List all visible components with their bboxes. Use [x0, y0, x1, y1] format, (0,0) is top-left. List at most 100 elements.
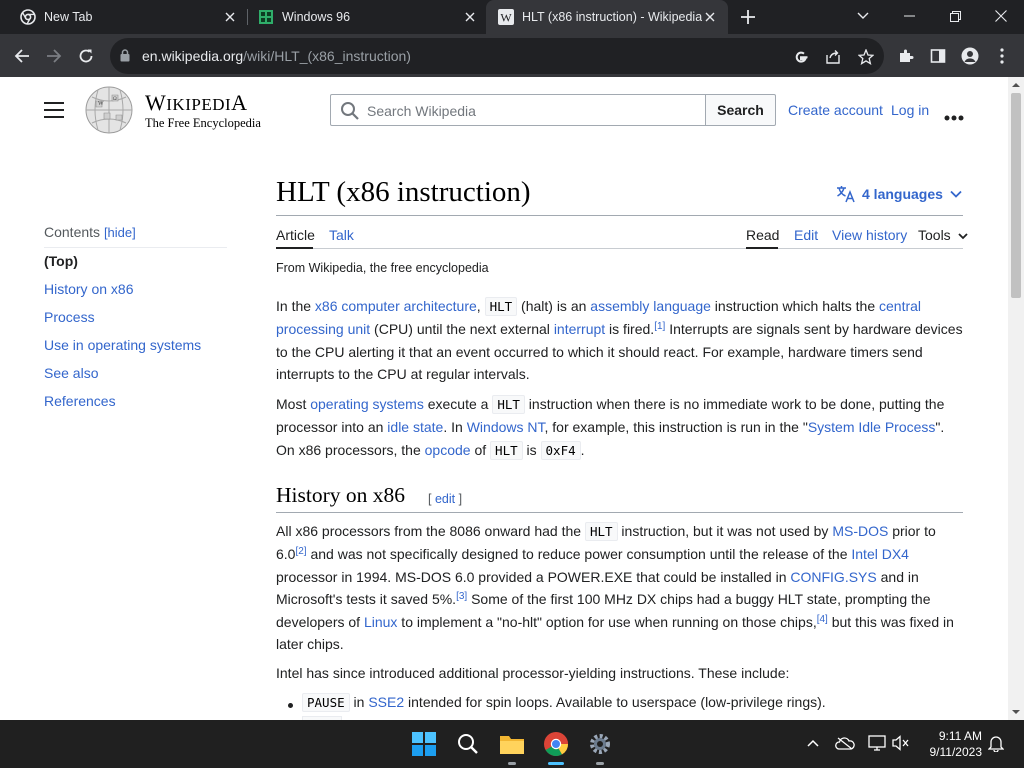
back-icon[interactable]: [8, 42, 36, 70]
tab-view-history[interactable]: View history: [832, 227, 907, 243]
forward-icon[interactable]: [40, 42, 68, 70]
tab-article[interactable]: Article: [276, 227, 315, 243]
browser-toolbar: en.wikipedia.org/wiki/HLT_(x86_instructi…: [0, 34, 1024, 77]
scrollbar-thumb[interactable]: [1011, 93, 1021, 298]
link-system-idle-process[interactable]: System Idle Process: [808, 419, 936, 435]
language-button[interactable]: 4 languages: [836, 185, 962, 203]
chrome-taskbar-icon[interactable]: [540, 728, 572, 760]
minimize-icon[interactable]: [886, 0, 932, 32]
tab-title: New Tab: [44, 10, 93, 24]
wordmark-title: WIKIPEDIA: [145, 90, 248, 115]
toc-item-see-also[interactable]: See also: [44, 365, 98, 381]
address-bar[interactable]: en.wikipedia.org/wiki/HLT_(x86_instructi…: [110, 38, 884, 74]
new-tab-button[interactable]: [737, 6, 759, 28]
wikipedia-globe-logo[interactable]: W Ω: [84, 85, 134, 135]
link-opcode[interactable]: opcode: [425, 442, 471, 458]
toc-hide-button[interactable]: [hide]: [104, 225, 136, 240]
profile-icon[interactable]: [956, 42, 984, 70]
code-pause: PAUSE: [302, 693, 350, 712]
restore-icon[interactable]: [932, 0, 978, 32]
tab-title: HLT (x86 instruction) - Wikipedia: [522, 10, 702, 24]
link-windows-nt[interactable]: Windows NT: [467, 419, 545, 435]
paragraph-intel: Intel has since introduced additional pr…: [276, 665, 790, 681]
tab-read[interactable]: Read: [746, 227, 779, 243]
share-icon[interactable]: [822, 46, 844, 68]
google-lens-icon[interactable]: [790, 46, 812, 68]
tab-windows-96[interactable]: Windows 96: [238, 0, 488, 34]
reference-1[interactable]: [1]: [654, 321, 665, 332]
toc-item-history[interactable]: History on x86: [44, 281, 133, 297]
tools-dropdown[interactable]: Tools: [918, 227, 968, 243]
chevron-up-icon[interactable]: [802, 732, 824, 754]
link-ms-dos[interactable]: MS-DOS: [832, 523, 888, 539]
notifications-bell-icon[interactable]: [985, 732, 1007, 754]
paragraph-history: All x86 processors from the 8086 onward …: [276, 522, 954, 653]
file-explorer-icon[interactable]: [496, 728, 528, 760]
site-sub: From Wikipedia, the free encyclopedia: [276, 261, 489, 275]
reload-icon[interactable]: [72, 42, 100, 70]
link-idle-state[interactable]: idle state: [387, 419, 443, 435]
section-edit: [ edit ]: [428, 492, 463, 506]
tab-strip: New Tab Windows 96 W HLT (x86 instructio…: [0, 0, 1024, 34]
link-sse2[interactable]: SSE2: [368, 694, 404, 710]
main-menu-icon[interactable]: [44, 102, 64, 118]
section-edit-link[interactable]: edit: [435, 492, 455, 506]
settings-icon[interactable]: [584, 728, 616, 760]
windows-start-icon[interactable]: [408, 728, 440, 760]
scroll-down-icon[interactable]: [1012, 708, 1020, 716]
extensions-icon[interactable]: [892, 42, 920, 70]
search-input[interactable]: [367, 101, 697, 121]
link-interrupt[interactable]: interrupt: [554, 321, 605, 337]
close-window-icon[interactable]: [978, 0, 1024, 32]
search-icon[interactable]: [452, 728, 484, 760]
list-item: PAUSE in SSE2 intended for spin loops. A…: [302, 691, 826, 714]
search-button[interactable]: Search: [705, 94, 776, 126]
windows-taskbar: 9:11 AM 9/11/2023: [0, 720, 1024, 768]
reference-2[interactable]: [2]: [295, 546, 306, 557]
chevron-down-icon: [950, 190, 962, 198]
page-scrollbar[interactable]: [1008, 77, 1024, 720]
reference-3[interactable]: [3]: [456, 591, 467, 602]
link-config-sys[interactable]: CONFIG.SYS: [790, 569, 876, 585]
close-tab-icon[interactable]: [702, 9, 718, 25]
link-intel-dx4[interactable]: Intel DX4: [851, 546, 909, 562]
tab-edit[interactable]: Edit: [794, 227, 818, 243]
language-count: 4 languages: [862, 186, 943, 202]
link-x86-architecture[interactable]: x86 computer architecture: [315, 298, 477, 314]
close-tab-icon[interactable]: [462, 9, 478, 25]
lock-icon[interactable]: [120, 49, 130, 67]
link-assembly-language[interactable]: assembly language: [590, 298, 711, 314]
translate-icon: [837, 186, 855, 203]
chrome-menu-icon[interactable]: [988, 42, 1016, 70]
search-field[interactable]: [330, 94, 706, 126]
svg-text:W: W: [500, 11, 512, 25]
tab-new-tab[interactable]: New Tab: [0, 0, 248, 34]
paragraph-intro: In the x86 computer architecture, HLT (h…: [276, 297, 963, 383]
toc-item-process[interactable]: Process: [44, 309, 95, 325]
side-panel-icon[interactable]: [924, 42, 952, 70]
log-in-link[interactable]: Log in: [891, 102, 929, 118]
bookmark-star-icon[interactable]: [855, 46, 877, 68]
windows96-icon: [258, 9, 274, 25]
network-icon[interactable]: [866, 732, 888, 754]
create-account-link[interactable]: Create account: [788, 102, 883, 118]
tab-search-icon[interactable]: [840, 0, 886, 32]
tab-hlt-wikipedia[interactable]: W HLT (x86 instruction) - Wikipedia: [486, 0, 728, 34]
app-active-indicator: [548, 762, 564, 765]
code-hlt: HLT: [490, 440, 523, 460]
tab-title: Windows 96: [282, 10, 351, 24]
link-operating-systems[interactable]: operating systems: [310, 396, 424, 412]
tab-talk[interactable]: Talk: [329, 227, 354, 243]
personal-tools-icon[interactable]: [944, 108, 964, 121]
toc-item-references[interactable]: References: [44, 393, 116, 409]
wikipedia-wordmark[interactable]: WIKIPEDIA The Free Encyclopedia: [145, 90, 261, 131]
app-running-indicator: [508, 762, 516, 765]
toc-item-top[interactable]: (Top): [44, 253, 78, 269]
onedrive-icon[interactable]: [834, 732, 856, 754]
close-tab-icon[interactable]: [222, 9, 238, 25]
link-linux[interactable]: Linux: [364, 614, 397, 630]
toc-item-use-in-os[interactable]: Use in operating systems: [44, 337, 201, 353]
scroll-up-icon[interactable]: [1012, 81, 1020, 89]
reference-4[interactable]: [4]: [817, 614, 828, 625]
system-clock[interactable]: 9:11 AM 9/11/2023: [908, 728, 983, 760]
